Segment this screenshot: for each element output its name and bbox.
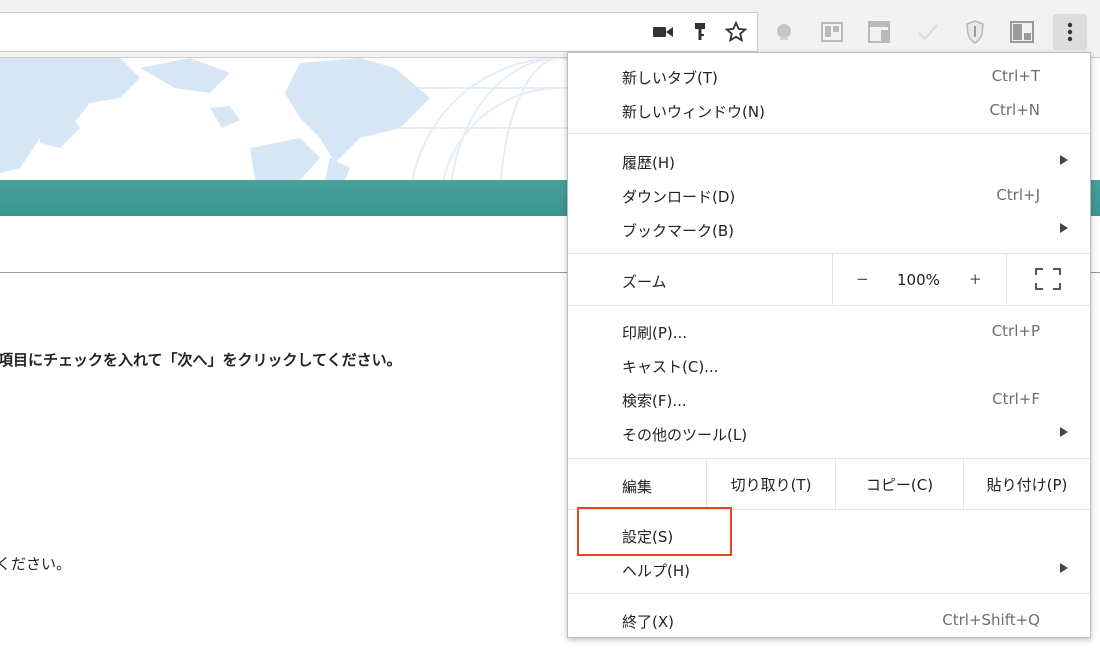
submenu-arrow-icon — [1060, 155, 1068, 165]
zoom-level: 100% — [897, 271, 940, 289]
menu-item-label: 設定(S) — [622, 528, 674, 546]
menu-item-help[interactable]: ヘルプ(H) — [568, 552, 1090, 586]
copy-button[interactable]: コピー(C) — [836, 459, 963, 509]
menu-item-cast[interactable]: キャスト(C)... — [568, 348, 1090, 382]
menu-item-label: 履歴(H) — [622, 154, 675, 172]
menu-item-more-tools[interactable]: その他のツール(L) — [568, 416, 1090, 450]
menu-separator — [568, 509, 1090, 510]
zoom-out-button[interactable]: − — [856, 270, 869, 288]
zoom-label: ズーム — [622, 273, 667, 291]
submenu-arrow-icon — [1060, 223, 1068, 233]
extension-split-icon[interactable] — [1009, 19, 1035, 45]
shortcut-label: Ctrl+N — [989, 101, 1040, 119]
browser-main-menu: 新しいタブ(T) Ctrl+T 新しいウィンドウ(N) Ctrl+N 履歴(H)… — [567, 52, 1091, 638]
menu-item-label: ブックマーク(B) — [622, 222, 734, 240]
extension-circle-icon[interactable] — [771, 19, 797, 45]
key-icon[interactable] — [687, 19, 713, 45]
menu-item-label: その他のツール(L) — [622, 426, 748, 444]
menu-item-label: 新しいウィンドウ(N) — [622, 103, 765, 121]
menu-item-label: 終了(X) — [622, 613, 674, 631]
edit-row: 編集 切り取り(T) コピー(C) 貼り付け(P) — [568, 459, 1090, 509]
instruction-text-secondary: ください。 — [0, 555, 72, 573]
menu-item-new-window[interactable]: 新しいウィンドウ(N) Ctrl+N — [568, 93, 1090, 127]
menu-item-label: キャスト(C)... — [622, 358, 719, 376]
extension-shield-icon[interactable] — [962, 19, 988, 45]
submenu-arrow-icon — [1060, 427, 1068, 437]
edit-label: 編集 — [622, 478, 653, 496]
submenu-arrow-icon — [1060, 563, 1068, 573]
fullscreen-icon[interactable] — [1035, 268, 1061, 294]
menu-item-label: 新しいタブ(T) — [622, 69, 718, 87]
browser-toolbar — [0, 0, 1100, 58]
menu-item-history[interactable]: 履歴(H) — [568, 144, 1090, 178]
zoom-in-button[interactable]: + — [969, 270, 982, 288]
paste-button[interactable]: 貼り付け(P) — [964, 459, 1090, 509]
address-bar[interactable] — [0, 12, 758, 52]
menu-item-find[interactable]: 検索(F)... Ctrl+F — [568, 382, 1090, 416]
shortcut-label: Ctrl+P — [991, 322, 1040, 340]
shortcut-label: Ctrl+J — [996, 186, 1040, 204]
menu-item-label: 検索(F)... — [622, 392, 687, 410]
shortcut-label: Ctrl+F — [992, 390, 1040, 408]
shortcut-label: Ctrl+T — [991, 67, 1040, 85]
shortcut-label: Ctrl+Shift+Q — [942, 611, 1040, 629]
menu-item-label: 印刷(P)... — [622, 324, 688, 342]
menu-separator — [568, 593, 1090, 594]
menu-separator — [1006, 254, 1007, 305]
menu-item-label: ヘルプ(H) — [622, 562, 690, 580]
camera-icon[interactable] — [650, 19, 676, 45]
cut-button[interactable]: 切り取り(T) — [707, 459, 835, 509]
menu-item-label: ダウンロード(D) — [622, 188, 736, 206]
menu-item-print[interactable]: 印刷(P)... Ctrl+P — [568, 314, 1090, 348]
extension-board-icon[interactable] — [819, 19, 845, 45]
menu-item-new-tab[interactable]: 新しいタブ(T) Ctrl+T — [568, 59, 1090, 93]
zoom-row: ズーム − 100% + — [568, 254, 1090, 305]
menu-separator — [568, 133, 1090, 134]
menu-item-downloads[interactable]: ダウンロード(D) Ctrl+J — [568, 178, 1090, 212]
extension-check-icon[interactable] — [915, 19, 941, 45]
instruction-text: 項目にチェックを入れて「次へ」をクリックしてください。 — [0, 351, 402, 369]
menu-separator — [568, 305, 1090, 306]
menu-dots-icon[interactable] — [1053, 14, 1087, 50]
menu-item-settings[interactable]: 設定(S) — [568, 518, 1090, 552]
star-icon[interactable] — [723, 19, 749, 45]
menu-item-exit[interactable]: 終了(X) Ctrl+Shift+Q — [568, 603, 1090, 637]
menu-separator — [832, 254, 833, 305]
extension-window-icon[interactable] — [866, 19, 892, 45]
menu-item-bookmarks[interactable]: ブックマーク(B) — [568, 212, 1090, 246]
